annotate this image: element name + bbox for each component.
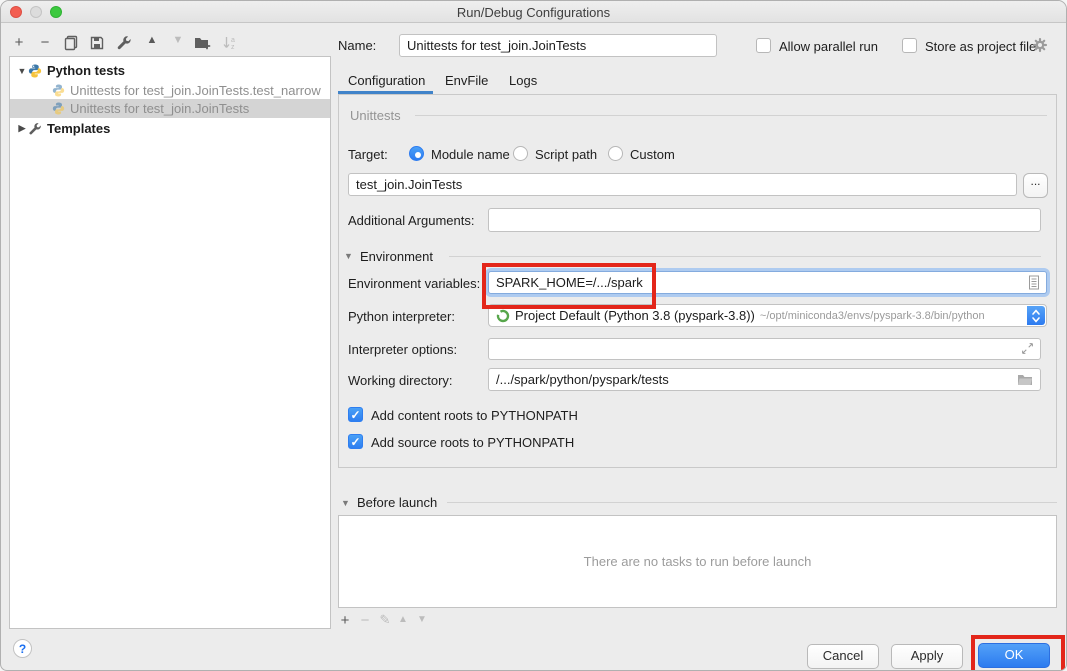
before-launch-collapse-icon[interactable]: ▼	[341, 498, 350, 508]
environment-variables-input[interactable]	[488, 271, 1047, 294]
target-script-path-label: Script path	[535, 147, 597, 162]
copy-configuration-icon[interactable]	[63, 35, 79, 56]
additional-arguments-input[interactable]	[488, 208, 1041, 232]
before-launch-remove-icon: −	[355, 612, 375, 629]
apply-button[interactable]: Apply	[891, 644, 963, 669]
browse-environment-variables-icon[interactable]	[1027, 275, 1041, 295]
tab-logs[interactable]: Logs	[509, 73, 537, 88]
before-launch-edit-icon: ✎	[375, 612, 395, 628]
additional-arguments-label: Additional Arguments:	[348, 213, 474, 228]
python-interpreter-select[interactable]: Project Default (Python 3.8 (pyspark-3.8…	[488, 304, 1047, 327]
add-source-roots-checkbox[interactable]: ✓	[348, 434, 363, 449]
templates-wrench-icon	[28, 122, 42, 136]
remove-configuration-icon[interactable]: −	[35, 34, 55, 51]
target-custom-label: Custom	[630, 147, 675, 162]
python-tests-icon	[28, 64, 42, 78]
browse-folder-icon[interactable]	[1017, 372, 1033, 392]
tree-item-unittests-jointests-selected[interactable]: Unittests for test_join.JoinTests	[10, 99, 330, 118]
tree-item-label: Unittests for test_join.JoinTests.test_n…	[70, 83, 321, 98]
sort-configurations-icon: az	[222, 35, 238, 56]
store-settings-gear-icon[interactable]	[1032, 37, 1048, 58]
check-icon: ✓	[350, 435, 360, 449]
before-launch-move-down-icon: ▼	[412, 614, 432, 625]
name-input[interactable]	[399, 34, 717, 57]
add-configuration-icon[interactable]: +	[9, 34, 29, 51]
tab-envfile[interactable]: EnvFile	[445, 73, 488, 88]
python-interpreter-path: ~/opt/miniconda3/envs/pyspark-3.8/bin/py…	[760, 310, 985, 322]
before-launch-add-icon[interactable]: +	[335, 612, 355, 629]
add-content-roots-label: Add content roots to PYTHONPATH	[371, 408, 578, 423]
move-up-icon[interactable]: ▲	[142, 34, 162, 46]
target-module-name-label: Module name	[431, 147, 510, 162]
module-name-input[interactable]	[348, 173, 1017, 196]
tab-configuration[interactable]: Configuration	[348, 73, 425, 88]
allow-parallel-run-checkbox[interactable]	[756, 38, 771, 53]
run-debug-configurations-dialog: Run/Debug Configurations + − ▲ ▼ az ▼ Py…	[0, 0, 1067, 671]
unittests-group-title: Unittests	[350, 108, 401, 123]
target-script-path-radio[interactable]	[513, 146, 528, 161]
select-stepper-icon[interactable]	[1027, 306, 1045, 325]
interpreter-options-label: Interpreter options:	[348, 342, 457, 357]
environment-group-title: Environment	[360, 249, 433, 264]
move-down-icon: ▼	[168, 34, 188, 46]
help-button[interactable]: ?	[13, 639, 32, 658]
tree-item-label: Templates	[47, 121, 110, 136]
python-test-icon	[52, 102, 65, 115]
tree-item-label: Python tests	[47, 63, 125, 78]
svg-text:a: a	[231, 37, 235, 44]
python-interpreter-label: Python interpreter:	[348, 309, 455, 324]
environment-variables-label: Environment variables:	[348, 276, 480, 291]
tree-item-label: Unittests for test_join.JoinTests	[70, 101, 249, 116]
python-test-icon	[52, 84, 65, 97]
conda-environment-icon	[496, 309, 510, 323]
expand-arrow-icon[interactable]: ▶	[16, 123, 28, 134]
before-launch-move-up-icon: ▲	[393, 614, 413, 625]
tree-item-unittests-narrow[interactable]: Unittests for test_join.JoinTests.test_n…	[10, 81, 330, 100]
target-label: Target:	[348, 147, 388, 162]
python-interpreter-value: Project Default (Python 3.8 (pyspark-3.8…	[515, 308, 755, 323]
new-folder-icon[interactable]	[194, 35, 211, 56]
tree-item-python-tests[interactable]: ▼ Python tests	[10, 61, 330, 80]
expand-editor-icon[interactable]	[1021, 342, 1034, 360]
configurations-tree: ▼ Python tests Unittests for test_join.J…	[9, 56, 331, 629]
name-label: Name:	[338, 38, 376, 53]
add-content-roots-checkbox[interactable]: ✓	[348, 407, 363, 422]
title-bar: Run/Debug Configurations	[1, 1, 1066, 23]
target-custom-radio[interactable]	[608, 146, 623, 161]
environment-collapse-icon[interactable]: ▼	[344, 251, 353, 261]
tree-item-templates[interactable]: ▶ Templates	[10, 119, 330, 138]
check-icon: ✓	[350, 408, 360, 422]
allow-parallel-run-label: Allow parallel run	[779, 39, 878, 54]
store-as-project-file-checkbox[interactable]	[902, 38, 917, 53]
working-directory-input[interactable]	[488, 368, 1041, 391]
browse-module-button[interactable]: ...	[1023, 173, 1048, 198]
active-tab-underline	[338, 91, 433, 94]
store-as-project-file-label: Store as project file	[925, 39, 1036, 54]
interpreter-options-input[interactable]	[488, 338, 1041, 360]
add-source-roots-label: Add source roots to PYTHONPATH	[371, 435, 574, 450]
before-launch-title: Before launch	[357, 495, 437, 510]
before-launch-empty-text: There are no tasks to run before launch	[584, 554, 812, 569]
edit-templates-icon[interactable]	[116, 35, 132, 56]
before-launch-tasks-panel: There are no tasks to run before launch	[338, 515, 1057, 608]
ok-button[interactable]: OK	[978, 643, 1050, 668]
window-title: Run/Debug Configurations	[1, 5, 1066, 20]
svg-text:z: z	[231, 44, 235, 51]
working-directory-label: Working directory:	[348, 373, 453, 388]
save-configuration-icon[interactable]	[89, 35, 105, 56]
cancel-button[interactable]: Cancel	[807, 644, 879, 669]
collapse-arrow-icon[interactable]: ▼	[16, 66, 28, 76]
target-module-name-radio[interactable]	[409, 146, 424, 161]
